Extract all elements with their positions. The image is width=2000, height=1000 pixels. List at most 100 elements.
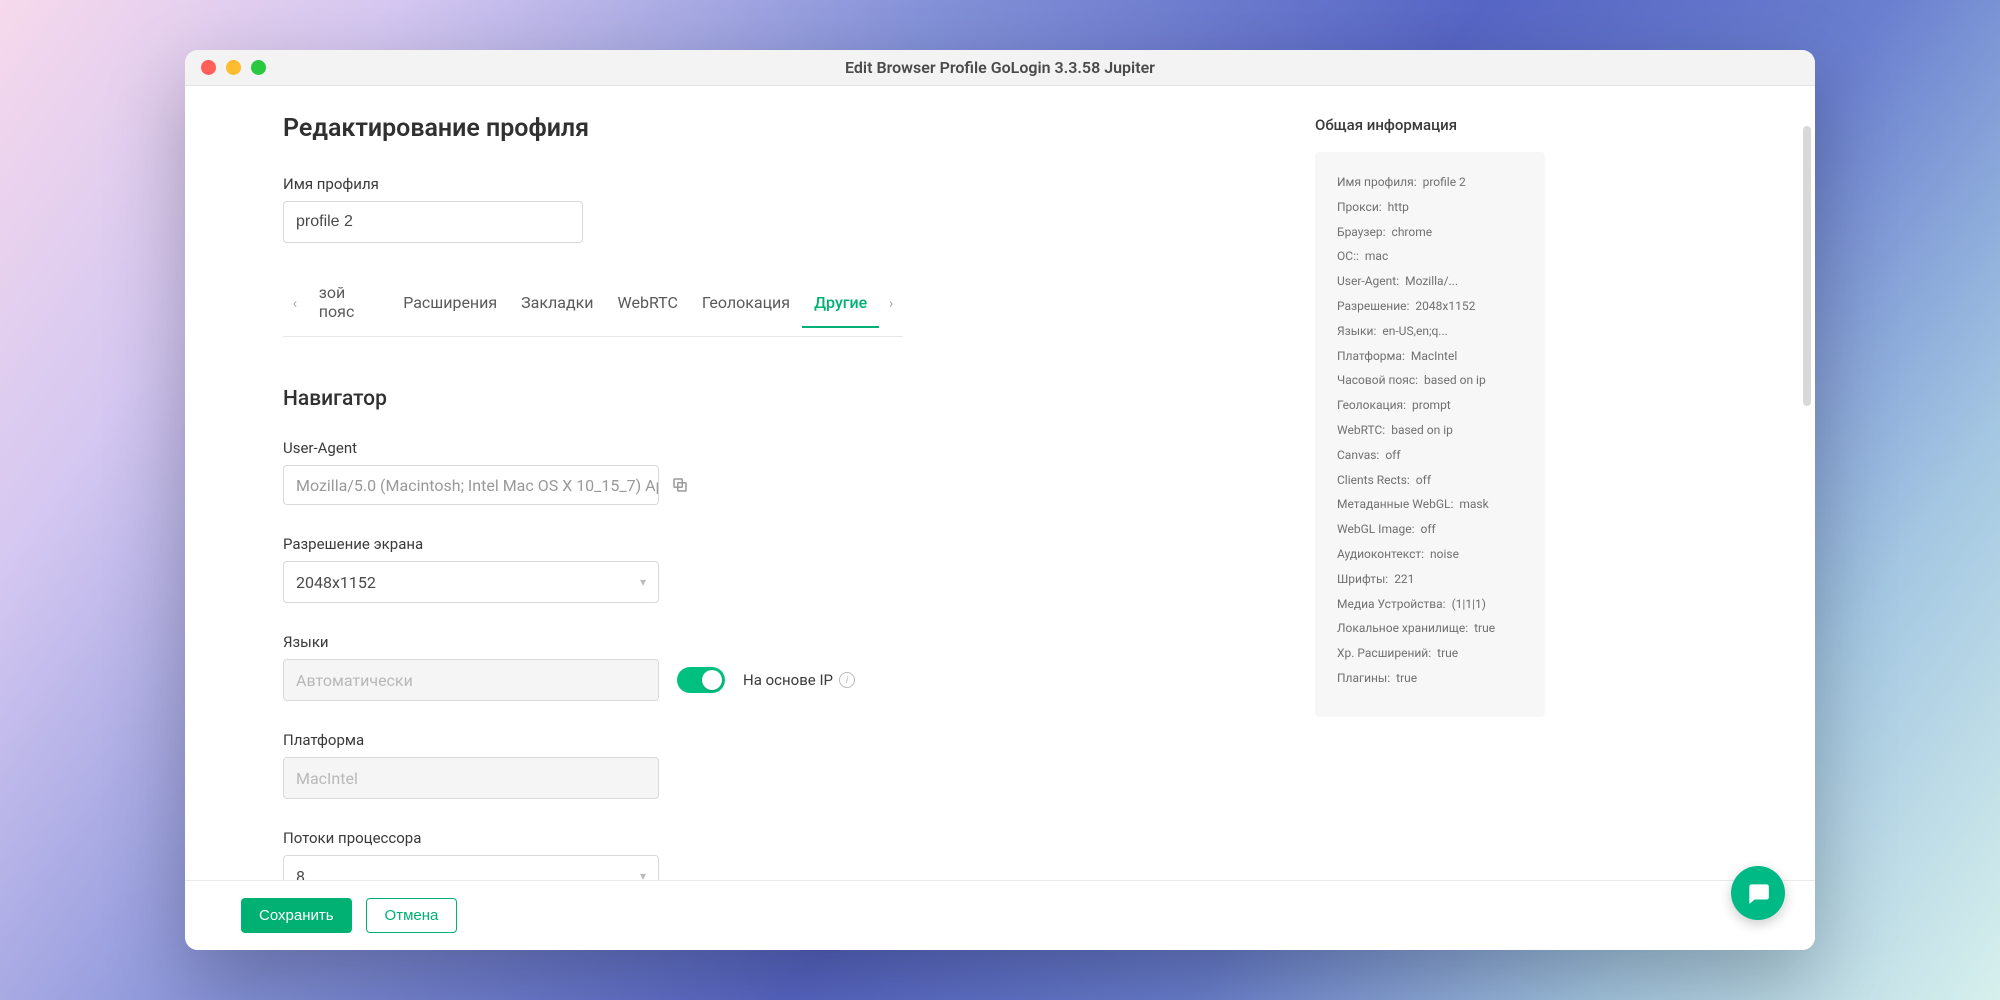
tabs-scroll-right[interactable]: ›: [879, 294, 903, 326]
chevron-down-icon: ▾: [640, 575, 646, 589]
languages-toggle-label: На основе IP i: [743, 671, 855, 689]
summary-row: Аудиоконтекст: noise: [1337, 546, 1523, 563]
tab-label: Геолокация: [702, 293, 790, 312]
chevron-down-icon: ▾: [640, 869, 646, 880]
summary-key: Метаданные WebGL:: [1337, 496, 1453, 513]
chat-fab[interactable]: [1731, 866, 1785, 920]
languages-placeholder: Автоматически: [296, 671, 413, 690]
profile-name-input[interactable]: [283, 201, 583, 243]
summary-value: MacIntel: [1411, 348, 1457, 365]
tab-label: Расширения: [403, 293, 497, 312]
tab-geolocation[interactable]: Геолокация: [690, 293, 802, 328]
summary-value: prompt: [1412, 397, 1451, 414]
summary-value: 2048x1152: [1415, 298, 1475, 315]
user-agent-label: User-Agent: [283, 439, 1315, 457]
scroll-area[interactable]: Редактирование профиля Имя профиля ‹ зой…: [185, 86, 1815, 880]
summary-value: profile 2: [1423, 174, 1466, 191]
cpu-value: 8: [296, 867, 305, 881]
cpu-field: Потоки процессора 8 ▾: [283, 829, 1315, 880]
summary-key: Прокси:: [1337, 199, 1382, 216]
cpu-select[interactable]: 8 ▾: [283, 855, 659, 880]
summary-value: true: [1396, 670, 1417, 687]
traffic-lights: [185, 60, 266, 75]
summary-key: User-Agent:: [1337, 273, 1399, 290]
summary-card: Имя профиля: profile 2 Прокси: httpБраузер:…: [1315, 152, 1545, 717]
content-area: Редактирование профиля Имя профиля ‹ зой…: [185, 86, 1815, 880]
summary-value: noise: [1430, 546, 1459, 563]
tab-extensions[interactable]: Расширения: [391, 293, 509, 328]
toggle-knob: [702, 670, 722, 690]
summary-key: Медиа Устройства:: [1337, 596, 1446, 613]
summary-row: Часовой пояс: based on ip: [1337, 372, 1523, 389]
cpu-label: Потоки процессора: [283, 829, 1315, 847]
info-icon[interactable]: i: [839, 672, 855, 688]
close-window-icon[interactable]: [201, 60, 216, 75]
summary-key: Разрешение:: [1337, 298, 1409, 315]
chevron-left-icon: ‹: [293, 294, 298, 312]
scrollbar-thumb[interactable]: [1803, 126, 1811, 406]
summary-value: true: [1437, 645, 1458, 662]
summary-key: Аудиоконтекст:: [1337, 546, 1424, 563]
summary-key: ОС::: [1337, 248, 1359, 265]
summary-row: User-Agent: Mozilla/...: [1337, 273, 1523, 290]
summary-row: ОС::mac: [1337, 248, 1523, 265]
summary-key: Часовой пояс:: [1337, 372, 1418, 389]
platform-input: MacIntel: [283, 757, 659, 799]
resolution-field: Разрешение экрана 2048x1152 ▾: [283, 535, 1315, 603]
chat-icon: [1745, 880, 1771, 906]
tabs: ‹ зой пояс Расширения Закладки WebRTC Ге…: [283, 283, 903, 337]
resolution-label: Разрешение экрана: [283, 535, 1315, 553]
summary-value: mask: [1459, 496, 1488, 513]
navigator-heading: Навигатор: [283, 387, 1315, 411]
summary-key: Геолокация:: [1337, 397, 1406, 414]
tab-bookmarks[interactable]: Закладки: [509, 293, 605, 328]
summary-row: Clients Rects: off: [1337, 472, 1523, 489]
user-agent-value: Mozilla/5.0 (Macintosh; Intel Mac OS X 1…: [296, 476, 659, 495]
summary-value: off: [1421, 521, 1436, 538]
summary-value: Mozilla/...: [1405, 273, 1458, 290]
tab-timezone[interactable]: зой пояс: [307, 283, 391, 337]
summary-value: based on ip: [1424, 372, 1486, 389]
summary-value: based on ip: [1391, 422, 1453, 439]
save-button[interactable]: Сохранить: [241, 898, 352, 933]
summary-row: Хр. Расширений:true: [1337, 645, 1523, 662]
summary-row: Шрифты:221: [1337, 571, 1523, 588]
summary-key: Языки:: [1337, 323, 1376, 340]
summary-key: Платформа:: [1337, 348, 1405, 365]
summary-title: Общая информация: [1315, 116, 1675, 134]
summary-row: Геолокация: prompt: [1337, 397, 1523, 414]
summary-value: off: [1416, 472, 1431, 489]
tab-other[interactable]: Другие: [802, 293, 879, 328]
resolution-select[interactable]: 2048x1152 ▾: [283, 561, 659, 603]
summary-value: (1|1|1): [1452, 596, 1486, 613]
tabs-scroll-left[interactable]: ‹: [283, 294, 307, 326]
summary-value: en-US,en;q...: [1382, 323, 1447, 340]
main-column: Редактирование профиля Имя профиля ‹ зой…: [185, 94, 1315, 880]
summary-key: Canvas:: [1337, 447, 1379, 464]
summary-row: Плагины: true: [1337, 670, 1523, 687]
profile-name-field: Имя профиля: [283, 175, 1315, 243]
app-window: Edit Browser Profile GoLogin 3.3.58 Jupi…: [185, 50, 1815, 950]
user-agent-input[interactable]: Mozilla/5.0 (Macintosh; Intel Mac OS X 1…: [283, 465, 659, 505]
summary-row: Имя профиля: profile 2: [1337, 174, 1523, 191]
tab-label: Другие: [814, 293, 867, 312]
summary-key: Браузер:: [1337, 224, 1386, 241]
summary-key: Плагины:: [1337, 670, 1390, 687]
summary-value: http: [1388, 199, 1409, 216]
languages-label: Языки: [283, 633, 1315, 651]
minimize-window-icon[interactable]: [226, 60, 241, 75]
summary-row: Разрешение: 2048x1152: [1337, 298, 1523, 315]
summary-row: Canvas:off: [1337, 447, 1523, 464]
summary-key: Имя профиля:: [1337, 174, 1417, 191]
summary-key: Clients Rects:: [1337, 472, 1410, 489]
summary-column: Общая информация Имя профиля: profile 2 Пр…: [1315, 94, 1735, 880]
copy-icon[interactable]: [671, 476, 689, 494]
fullscreen-window-icon[interactable]: [251, 60, 266, 75]
chevron-right-icon: ›: [889, 294, 894, 312]
languages-ip-toggle[interactable]: [677, 667, 725, 693]
languages-field: Языки Автоматически На основе IP i: [283, 633, 1315, 701]
tab-webrtc[interactable]: WebRTC: [606, 293, 690, 328]
platform-label: Платформа: [283, 731, 1315, 749]
cancel-button[interactable]: Отмена: [366, 898, 458, 933]
summary-row: Локальное хранилище:true: [1337, 620, 1523, 637]
